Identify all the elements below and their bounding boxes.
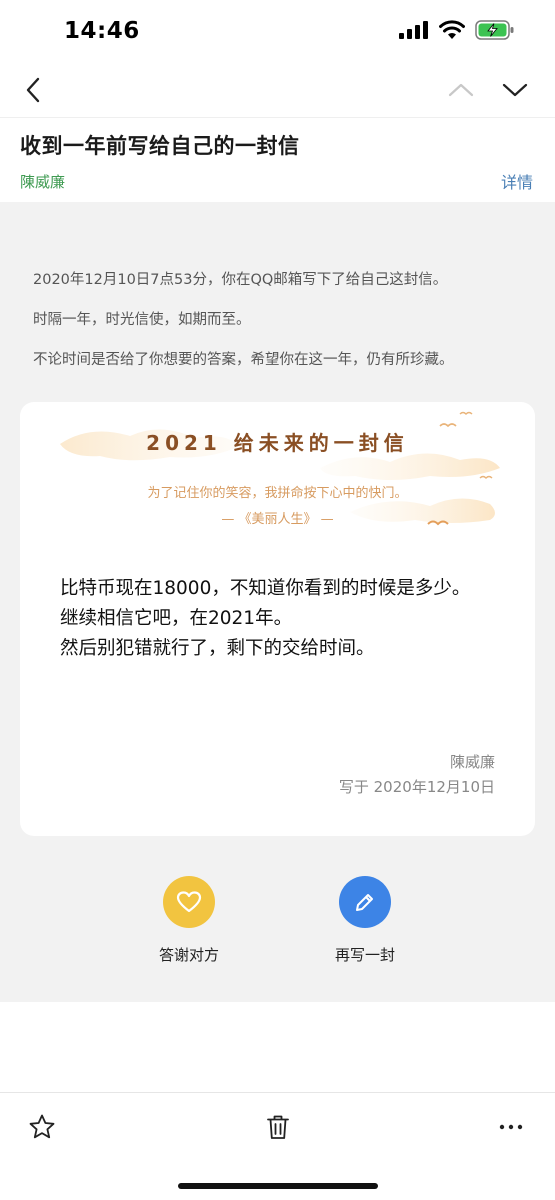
intro-line: 2020年12月10日7点53分，你在QQ邮箱写下了给自己这封信。 <box>33 272 448 288</box>
thank-sender-button[interactable]: 答谢对方 <box>129 876 249 965</box>
pencil-icon <box>356 894 373 911</box>
intro-line: 时隔一年，时光信使，如期而至。 <box>33 312 251 328</box>
write-again-button[interactable]: 再写一封 <box>305 876 425 965</box>
letter-body: 比特币现在18000，不知道你看到的时候是多少。 继续相信它吧，在2021年。 … <box>60 574 500 664</box>
more-icon[interactable] <box>497 1113 525 1141</box>
chevron-up-icon[interactable] <box>445 74 477 106</box>
star-icon[interactable] <box>28 1113 56 1141</box>
write-again-circle[interactable] <box>339 876 391 928</box>
wifi-icon <box>439 20 465 39</box>
status-time: 14:46 <box>64 18 140 44</box>
thank-sender-label: 答谢对方 <box>158 946 219 964</box>
back-arrow-icon[interactable] <box>18 74 50 106</box>
thank-circle[interactable] <box>163 876 215 928</box>
status-bar: 14:46 <box>0 0 555 62</box>
trash-icon[interactable] <box>264 1113 292 1141</box>
letter-title: 2021 给未来的一封信 <box>146 431 409 455</box>
letter-body-line: 继续相信它吧，在2021年。 <box>60 608 293 629</box>
letter-card: 2021 给未来的一封信 为了记住你的笑容，我拼命按下心中的快门。 — 《美丽人… <box>20 402 535 836</box>
letter-body-line: 然后别犯错就行了，剩下的交给时间。 <box>60 638 375 659</box>
intro-line: 不论时间是否给了你想要的答案，希望你在这一年，仍有所珍藏。 <box>33 352 454 368</box>
heart-icon <box>176 891 202 913</box>
signal-icon <box>399 21 428 39</box>
status-icons <box>399 20 515 40</box>
write-again-label: 再写一封 <box>334 946 395 964</box>
nav-bar <box>0 62 555 118</box>
letter-signature: 陳威廉 <box>449 753 495 771</box>
chevron-down-icon[interactable] <box>499 74 531 106</box>
details-link[interactable]: 详情 <box>501 169 533 193</box>
letter-written-date: 写于 2020年12月10日 <box>338 778 495 796</box>
battery-charging-icon <box>475 20 514 40</box>
letter-quote: 为了记住你的笑容，我拼命按下心中的快门。 <box>147 486 408 501</box>
letter-quote-source: — 《美丽人生》 — <box>221 512 334 527</box>
letter-body-line: 比特币现在18000，不知道你看到的时候是多少。 <box>60 578 471 599</box>
email-sender[interactable]: 陳威廉 <box>20 171 65 192</box>
email-subject: 收到一年前写给自己的一封信 <box>20 134 300 158</box>
home-indicator <box>178 1183 378 1189</box>
